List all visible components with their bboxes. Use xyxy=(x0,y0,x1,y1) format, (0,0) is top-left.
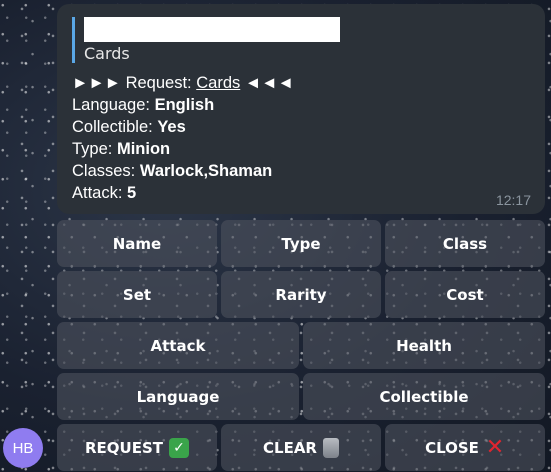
keyboard-row: Attack Health xyxy=(57,322,545,369)
field-value: Warlock,Shaman xyxy=(139,162,273,180)
name-button[interactable]: Name xyxy=(57,220,217,267)
reply-quote-text: Cards xyxy=(84,44,130,63)
type-button[interactable]: Type xyxy=(221,220,381,267)
avatar[interactable]: HB xyxy=(3,428,43,468)
bot-message-bubble: Cards ►►► Request: Cards ◄◄◄ Language: E… xyxy=(57,4,545,214)
field-value: Minion xyxy=(116,140,171,158)
keyboard-row: Language Collectible xyxy=(57,373,545,420)
health-button[interactable]: Health xyxy=(303,322,545,369)
field-language: Language: English xyxy=(72,94,529,116)
field-label: Classes: xyxy=(72,162,136,180)
field-collectible: Collectible: Yes xyxy=(72,116,529,138)
arrows-left: ►►► xyxy=(72,74,121,92)
field-label: Type: xyxy=(72,140,113,158)
trash-can-icon xyxy=(322,437,339,458)
class-button[interactable]: Class xyxy=(385,220,545,267)
keyboard-row: Set Rarity Cost xyxy=(57,271,545,318)
field-type: Type: Minion xyxy=(72,138,529,160)
clear-button[interactable]: CLEAR xyxy=(221,424,381,471)
clear-button-label: CLEAR xyxy=(263,438,317,457)
request-button[interactable]: REQUEST ✓ xyxy=(57,424,217,471)
collectible-button[interactable]: Collectible xyxy=(303,373,545,420)
check-mark-icon: ✓ xyxy=(169,437,189,458)
language-button[interactable]: Language xyxy=(57,373,299,420)
arrows-right: ◄◄◄ xyxy=(244,74,294,92)
reply-quote[interactable]: Cards xyxy=(72,17,529,63)
cost-button[interactable]: Cost xyxy=(385,271,545,318)
close-button-label: CLOSE xyxy=(425,438,479,457)
field-attack: Attack: 5 xyxy=(72,182,529,204)
redacted-reply-author xyxy=(84,17,340,42)
field-classes: Classes: Warlock,Shaman xyxy=(72,160,529,182)
close-button[interactable]: CLOSE ✕ xyxy=(385,424,545,471)
field-value: Yes xyxy=(157,118,186,136)
field-value: 5 xyxy=(127,184,137,202)
request-button-label: REQUEST xyxy=(84,438,163,457)
field-value: English xyxy=(154,96,215,114)
rarity-button[interactable]: Rarity xyxy=(221,271,381,318)
attack-button[interactable]: Attack xyxy=(57,322,299,369)
request-header: ►►► Request: Cards ◄◄◄ xyxy=(72,72,529,94)
request-link[interactable]: Cards xyxy=(196,74,240,92)
request-label: Request: xyxy=(125,74,192,92)
message-timestamp: 12:17 xyxy=(495,192,531,208)
field-label: Attack: xyxy=(72,184,123,202)
keyboard-row: Name Type Class xyxy=(57,220,545,267)
cross-mark-icon: ✕ xyxy=(485,434,505,460)
inline-keyboard: Name Type Class Set Rarity Cost Attack H… xyxy=(57,220,545,472)
field-label: Collectible: xyxy=(72,118,153,136)
keyboard-row: REQUEST ✓ CLEAR CLOSE ✕ xyxy=(57,424,545,471)
set-button[interactable]: Set xyxy=(57,271,217,318)
field-label: Language: xyxy=(72,96,150,114)
